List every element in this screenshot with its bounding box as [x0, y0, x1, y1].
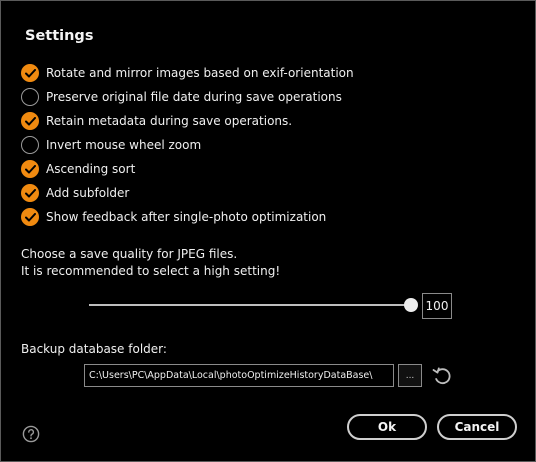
checkbox[interactable] — [21, 112, 39, 130]
backup-path-input[interactable]: C:\Users\PC\AppData\Local\photoOptimizeH… — [84, 364, 394, 387]
slider-thumb[interactable] — [404, 298, 418, 312]
check-icon — [24, 116, 36, 125]
option-label: Rotate and mirror images based on exif-o… — [46, 66, 354, 80]
option-invert-wheel-zoom[interactable]: Invert mouse wheel zoom — [21, 133, 354, 157]
check-icon — [24, 212, 36, 221]
option-show-feedback[interactable]: Show feedback after single-photo optimiz… — [21, 205, 354, 229]
option-label: Invert mouse wheel zoom — [46, 138, 202, 152]
backup-folder-label: Backup database folder: — [21, 342, 167, 356]
checkbox[interactable] — [21, 160, 39, 178]
browse-button[interactable]: ... — [398, 364, 422, 387]
quality-slider[interactable] — [89, 298, 418, 312]
check-icon — [24, 164, 36, 173]
dialog-title: Settings — [25, 28, 94, 44]
option-retain-metadata[interactable]: Retain metadata during save operations. — [21, 109, 354, 133]
option-label: Preserve original file date during save … — [46, 90, 342, 104]
checkbox[interactable] — [21, 208, 39, 226]
help-question-icon[interactable] — [22, 425, 40, 443]
checkbox[interactable] — [21, 136, 39, 154]
jpeg-quality-description: Choose a save quality for JPEG files. It… — [21, 246, 280, 280]
option-ascending-sort[interactable]: Ascending sort — [21, 157, 354, 181]
ok-button[interactable]: Ok — [347, 414, 427, 440]
cancel-button[interactable]: Cancel — [437, 414, 517, 440]
quality-value-box[interactable]: 100 — [422, 293, 452, 319]
check-icon — [24, 68, 36, 77]
option-exif-orientation[interactable]: Rotate and mirror images based on exif-o… — [21, 61, 354, 85]
option-label: Ascending sort — [46, 162, 136, 176]
quality-text-line-1: Choose a save quality for JPEG files. — [21, 247, 238, 261]
check-icon — [24, 188, 36, 197]
reset-arrow-icon[interactable] — [431, 365, 453, 387]
checkbox[interactable] — [21, 88, 39, 106]
option-label: Show feedback after single-photo optimiz… — [46, 210, 327, 224]
option-preserve-file-date[interactable]: Preserve original file date during save … — [21, 85, 354, 109]
quality-text-line-2: It is recommended to select a high setti… — [21, 264, 281, 278]
checkbox[interactable] — [21, 184, 39, 202]
settings-dialog: Settings Rotate and mirror images based … — [0, 0, 536, 462]
option-label: Add subfolder — [46, 186, 130, 200]
options-list: Rotate and mirror images based on exif-o… — [21, 61, 354, 229]
checkbox[interactable] — [21, 64, 39, 82]
slider-fill — [89, 304, 411, 306]
option-add-subfolder[interactable]: Add subfolder — [21, 181, 354, 205]
option-label: Retain metadata during save operations. — [46, 114, 293, 128]
